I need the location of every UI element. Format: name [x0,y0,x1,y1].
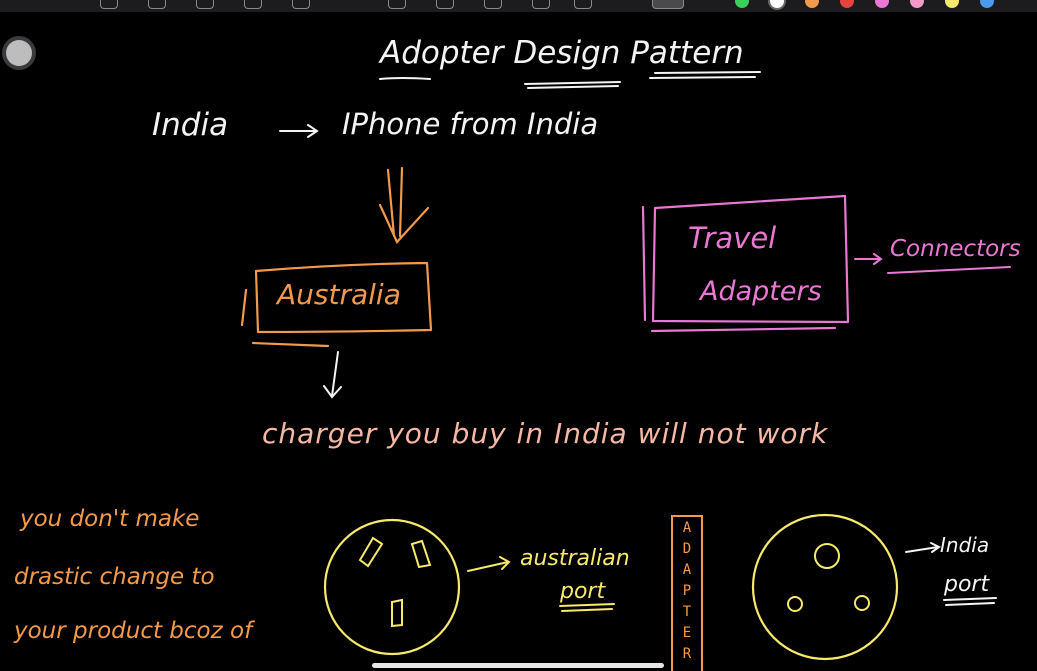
socket-hole-right [854,595,870,611]
australian-port-line1: australian [520,546,630,571]
travel-adapters-box [641,194,850,333]
side-note-line3: your product bcoz of [14,618,253,644]
australian-port-underline [559,603,615,612]
title-underline [379,71,761,89]
socket-hole-left [787,596,803,612]
india-arrow-icon [905,542,941,553]
india-label: India [152,107,229,143]
australia-label: Australia [277,278,401,311]
adapter-letter: D [682,541,692,557]
india-port-line2: port [944,572,990,597]
travel-label: Travel [688,221,777,255]
socket-slot-right [410,539,432,569]
charger-note: charger you buy in India will not work [262,417,829,450]
australian-arrow-icon [467,556,511,572]
side-note-line1: you don't make [20,506,200,532]
australian-port-line2: port [560,579,606,604]
connectors-label: Connectors [890,236,1021,262]
india-socket-icon [751,513,899,661]
adapter-letter: E [682,625,692,641]
socket-slot-left [358,536,384,568]
side-note-line2: drastic change to [14,564,215,590]
adapter-letter: R [682,646,692,662]
double-arrow-down-icon [378,166,430,244]
iphone-label: IPhone from India [342,107,599,141]
socket-hole-top [814,543,840,569]
diagram-title: Adopter Design Pattern [380,35,744,71]
arrow-down-icon [323,351,342,399]
india-port-line1: India [940,533,990,557]
india-port-underline [943,597,997,606]
adapter-letter: A [682,562,692,578]
adapter-letter: A [682,520,692,536]
home-indicator[interactable] [372,663,664,668]
adapters-label: Adapters [700,276,822,307]
socket-slot-bottom [391,598,403,628]
australian-socket-icon [323,518,461,656]
whiteboard-canvas[interactable]: Adopter Design Pattern India IPhone from… [0,0,1037,671]
adapter-letter: T [682,604,692,620]
arrow-right-icon [279,124,319,138]
adapter-letter: P [682,583,692,599]
